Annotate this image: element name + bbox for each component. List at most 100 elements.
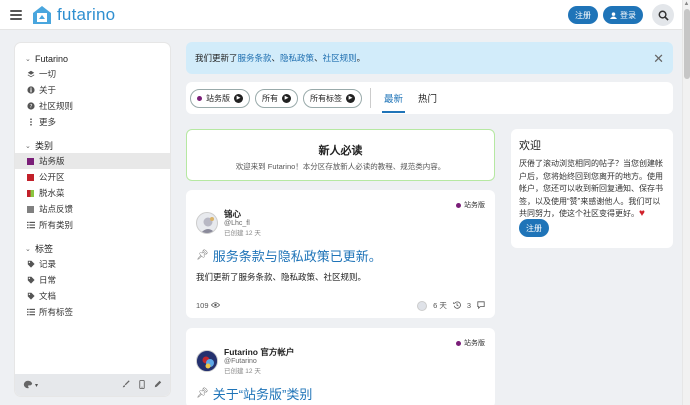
- notice-separator: 、: [314, 53, 323, 63]
- user-icon: [610, 11, 617, 19]
- site-logo[interactable]: futarino: [32, 5, 115, 25]
- sidebar: ⌄ Futarino 一切 关于 ? 社区规则 更多 ⌄ 类别 站务版 公开区 脱水…: [14, 42, 171, 397]
- question-icon: ?: [27, 102, 39, 110]
- more-icon: [27, 118, 39, 126]
- author-name[interactable]: Futarino 官方帐户: [224, 346, 294, 358]
- sidebar-item-category-0[interactable]: 站务版: [15, 153, 170, 169]
- sidebar-item-tag-0[interactable]: 记录: [15, 256, 170, 272]
- topic-title[interactable]: 服务条款与隐私政策已更新。: [213, 246, 382, 265]
- hamburger-menu-icon[interactable]: [10, 9, 22, 20]
- topic-footer: 109 6 天 3: [196, 300, 485, 311]
- pin-icon: 📌︎: [196, 388, 209, 399]
- created-time: 已创建 12 天: [224, 230, 261, 237]
- search-button[interactable]: [652, 4, 674, 26]
- notice-separator: 、: [271, 53, 281, 63]
- category-color-dot: [456, 340, 461, 346]
- sidebar-item-label: 社区规则: [39, 101, 74, 111]
- sidebar-item-rules[interactable]: ? 社区规则: [15, 98, 170, 114]
- topic-age: 6 天: [433, 301, 447, 310]
- topic-title[interactable]: 关于“站务版”类别: [213, 384, 313, 403]
- sidebar-item-label: 记录: [39, 259, 57, 269]
- logo-icon: [33, 5, 51, 24]
- all-tags-dropdown[interactable]: 所有标签 ▶: [303, 88, 362, 108]
- topic-card[interactable]: 站务版 锦心 @Lhc_fl 已创建 12 天 📌︎ 服务条款与隐私政策已更新。 …: [186, 190, 495, 318]
- author-handle: @Lhc_fl: [224, 220, 250, 227]
- page-scrollbar[interactable]: ▲: [682, 0, 690, 405]
- tag-filter-dropdown[interactable]: 所有 ▶: [255, 88, 298, 108]
- tab-hot[interactable]: 热门: [413, 89, 442, 107]
- sidebar-item-more[interactable]: 更多: [15, 114, 170, 130]
- notice-link-privacy[interactable]: 隐私政策: [280, 52, 314, 64]
- section-label: Futarino: [35, 53, 69, 64]
- sidebar-item-tag-2[interactable]: 文档: [15, 288, 170, 304]
- list-icon: [27, 308, 39, 316]
- category-color-swatch: [27, 189, 34, 197]
- sidebar-item-all-tags[interactable]: 所有标签: [15, 304, 170, 320]
- topic-excerpt: 我们更新了服务条款、隐私政策、社区规则。: [196, 272, 367, 282]
- topic-card[interactable]: 站务版 Futarino 官方帐户 @Futarino 已创建 12 天 📌︎ 关…: [186, 328, 495, 405]
- tag-icon: [27, 276, 39, 284]
- palette-icon[interactable]: [23, 380, 33, 391]
- heart-icon: ♥: [639, 208, 645, 219]
- welcome-title: 欢迎: [519, 140, 541, 152]
- category-color-swatch: [27, 205, 34, 213]
- must-read-subtitle: 欢迎来到 Futarino！本分区存放新人必读的教程、规范类内容。: [235, 162, 446, 171]
- search-icon: [658, 10, 669, 21]
- close-icon[interactable]: ✕: [653, 51, 664, 67]
- notice-link-terms[interactable]: 服务条款: [238, 52, 272, 64]
- category-color-swatch: [27, 157, 34, 165]
- must-read-banner[interactable]: 新人必读 欢迎来到 Futarino！本分区存放新人必读的教程、规范类内容。: [186, 129, 495, 181]
- mobile-icon[interactable]: [139, 379, 145, 391]
- sidebar-item-label: 脱水菜: [39, 188, 65, 198]
- sidebar-item-label: 站点反馈: [39, 204, 74, 214]
- scrollbar-thumb[interactable]: [684, 9, 690, 79]
- tag-icon: [27, 292, 39, 300]
- sidebar-item-all-categories[interactable]: 所有类别: [15, 217, 170, 233]
- tab-latest[interactable]: 最新: [379, 89, 408, 113]
- main-content: 我们更新了 服务条款、隐私政策、社区规则。 ✕ 站务版 ▶ 所有 ▶ 所有标签 ▶…: [186, 42, 673, 405]
- top-header: futarino 注册 登录: [0, 0, 682, 30]
- must-read-title: 新人必读: [318, 145, 363, 157]
- tag-icon: [27, 260, 39, 268]
- section-label: 标签: [35, 244, 54, 254]
- pin-icon: 📌︎: [196, 250, 209, 261]
- chevron-right-icon: ▶: [234, 93, 243, 103]
- sidebar-item-category-2[interactable]: 脱水菜: [15, 185, 170, 201]
- scroll-up-icon[interactable]: ▲: [683, 0, 690, 8]
- sidebar-section-tags[interactable]: ⌄ 标签: [15, 241, 170, 256]
- topic-category-tag[interactable]: 站务版: [456, 338, 485, 348]
- sidebar-item-label: 日常: [39, 275, 57, 285]
- sidebar-item-tag-1[interactable]: 日常: [15, 272, 170, 288]
- reply-icon: [477, 300, 485, 311]
- author-handle: @Futarino: [224, 358, 257, 365]
- sidebar-item-category-3[interactable]: 站点反馈: [15, 201, 170, 217]
- sidebar-item-category-1[interactable]: 公开区: [15, 169, 170, 185]
- notice-text: 我们更新了: [195, 53, 238, 63]
- dropdown-label: 站务版: [206, 93, 230, 103]
- brush-icon[interactable]: [122, 379, 130, 391]
- author-name[interactable]: 锦心: [224, 208, 261, 220]
- login-button[interactable]: 登录: [603, 6, 643, 24]
- welcome-signup-button[interactable]: 注册: [519, 219, 549, 237]
- chevron-down-icon: ⌄: [25, 55, 31, 63]
- sidebar-item-label: 公开区: [39, 172, 65, 182]
- sidebar-item-all[interactable]: 一切: [15, 66, 170, 82]
- category-dropdown[interactable]: 站务版 ▶: [190, 88, 250, 108]
- sidebar-item-about[interactable]: 关于: [15, 82, 170, 98]
- avatar[interactable]: [196, 349, 218, 372]
- notice-link-rules[interactable]: 社区规则: [323, 52, 357, 64]
- divider: [370, 88, 371, 108]
- category-color-swatch: [27, 173, 34, 181]
- sidebar-section-categories[interactable]: ⌄ 类别: [15, 138, 170, 153]
- topic-category-tag[interactable]: 站务版: [456, 200, 485, 210]
- sidebar-section-site[interactable]: ⌄ Futarino: [15, 51, 170, 66]
- chevron-down-icon[interactable]: ▾: [35, 382, 38, 389]
- poster-avatar[interactable]: [417, 300, 428, 311]
- signup-label: 注册: [575, 10, 591, 20]
- avatar[interactable]: [196, 211, 218, 234]
- sidebar-item-label: 关于: [39, 85, 57, 95]
- eye-icon: [210, 301, 220, 310]
- pencil-icon[interactable]: [154, 380, 162, 391]
- signup-button[interactable]: 注册: [568, 6, 598, 24]
- chevron-down-icon: ⌄: [25, 142, 31, 150]
